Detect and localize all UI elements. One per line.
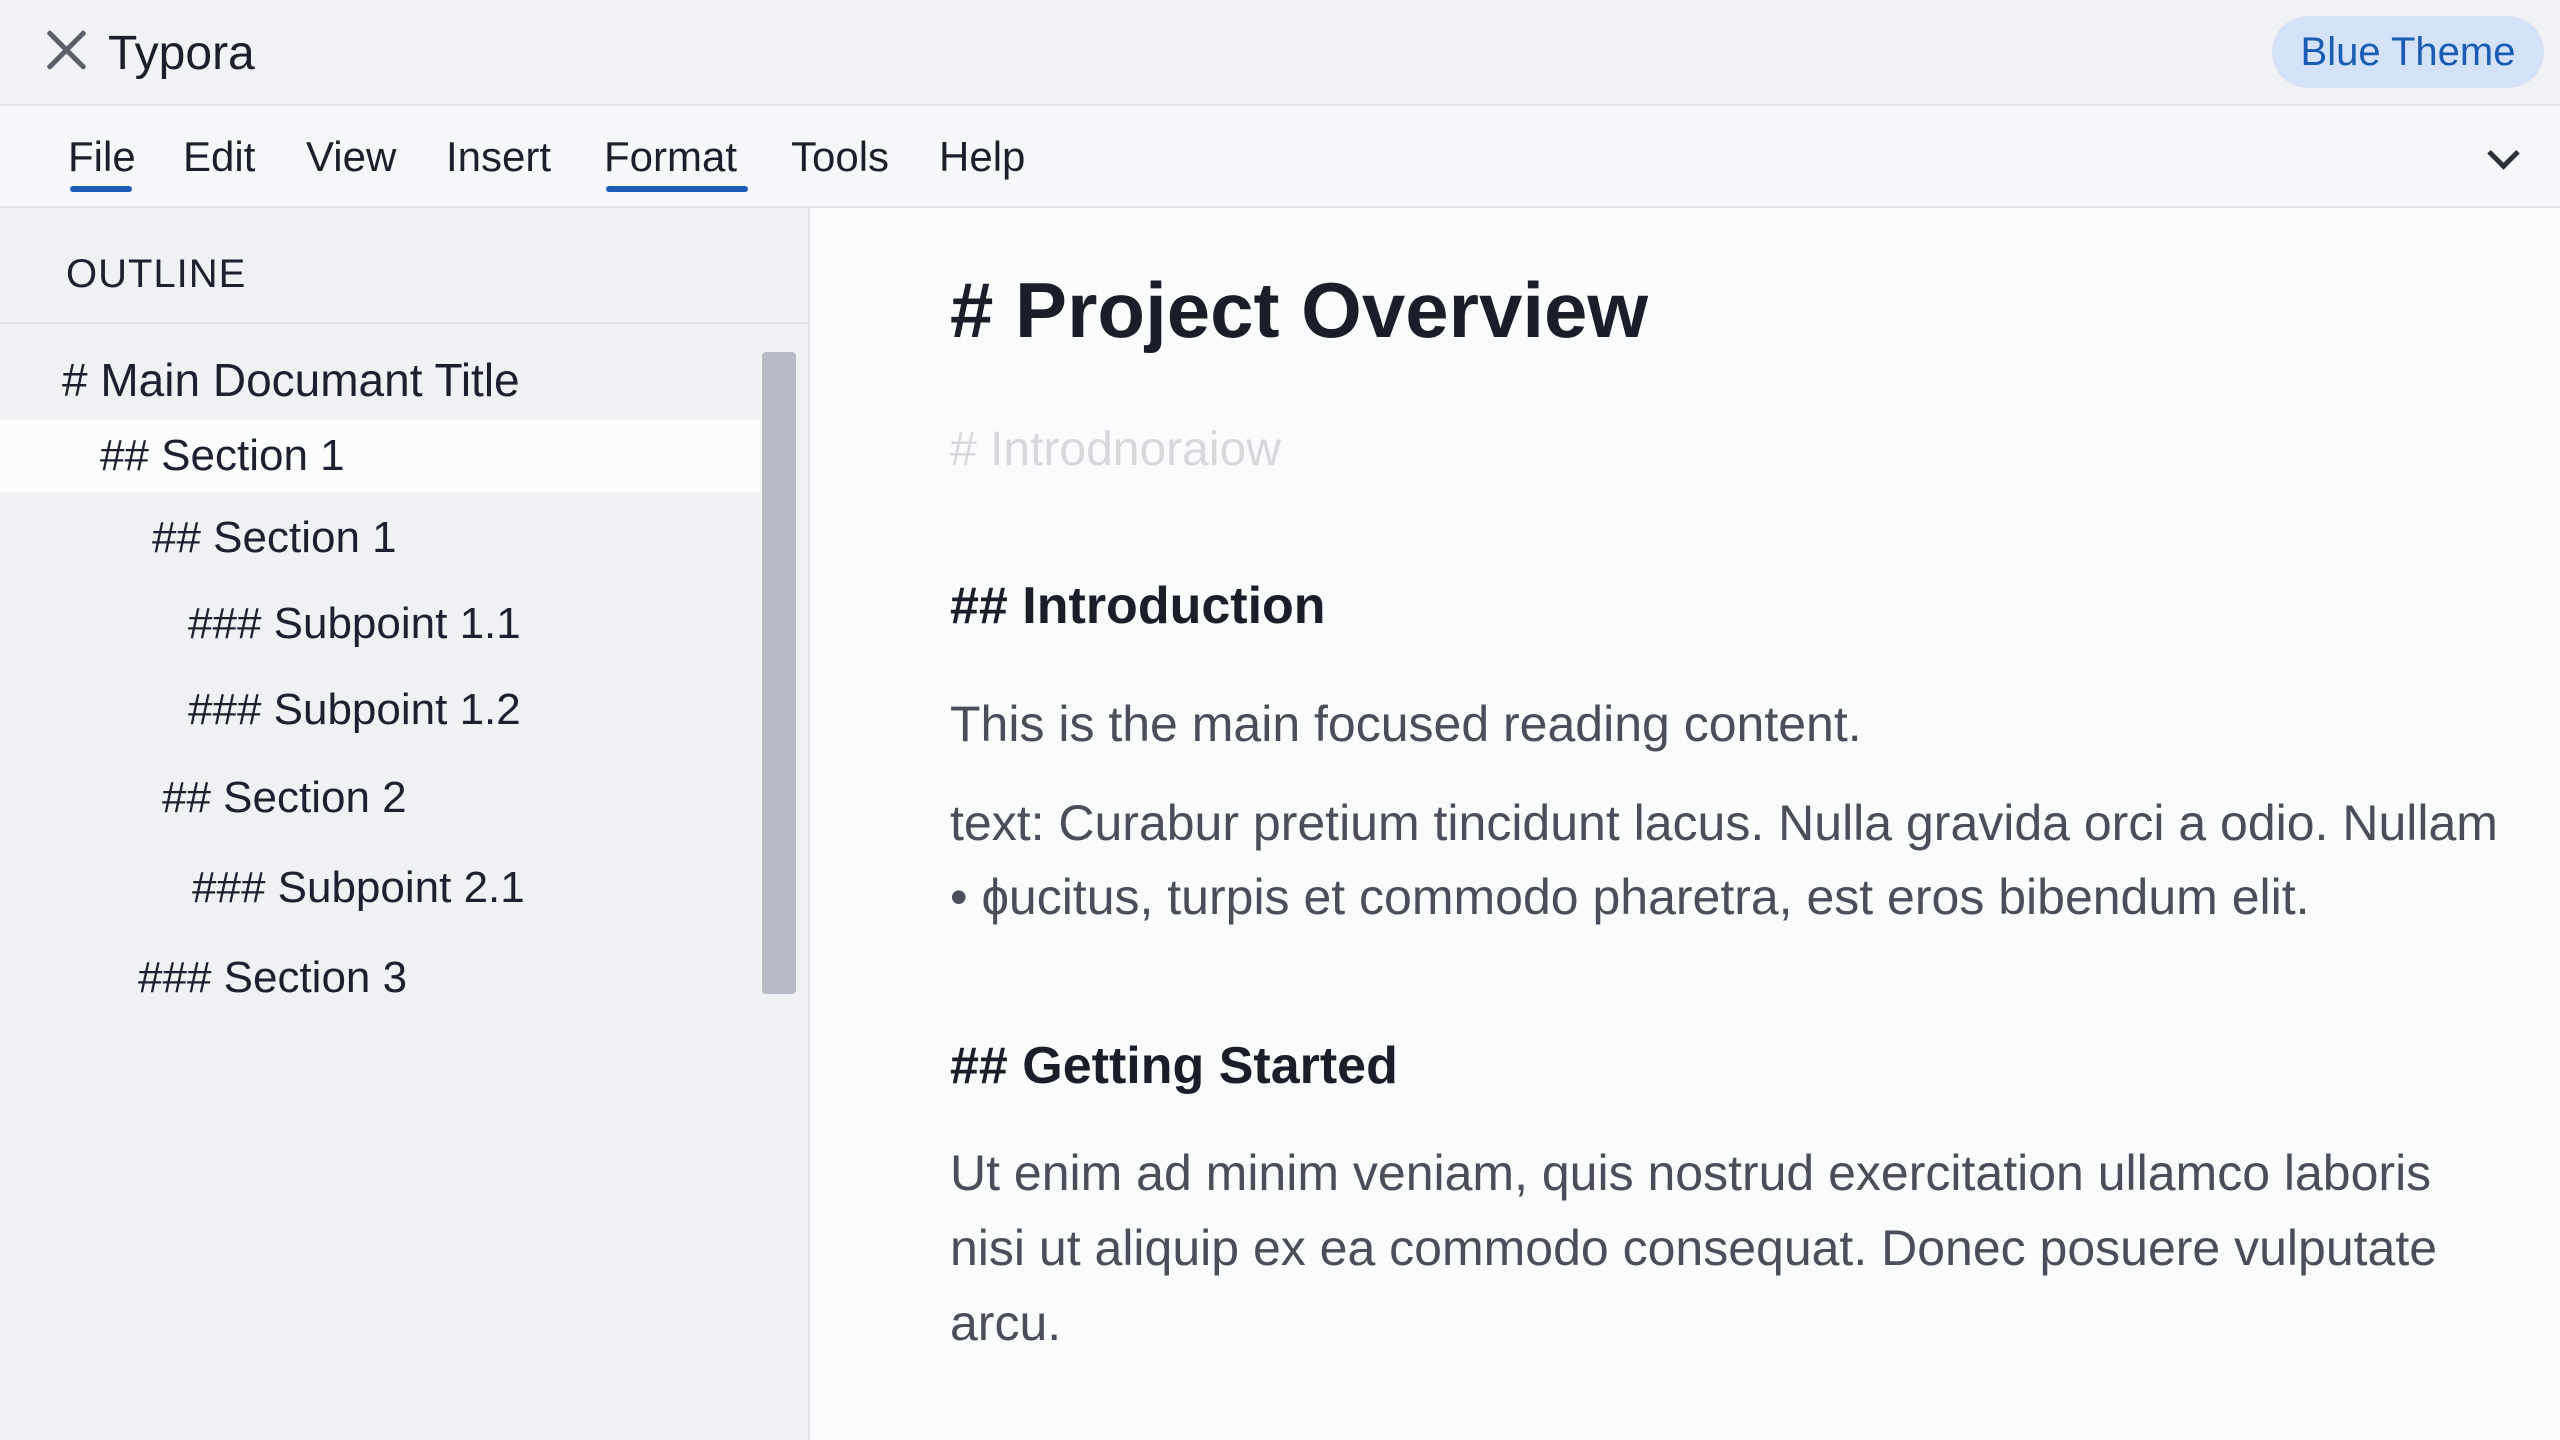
outline-item-subpoint-1-2[interactable]: ### Subpoint 1.2 — [188, 674, 748, 746]
outline-item-main-title[interactable]: # Main Documant Title — [62, 344, 752, 416]
paragraph-ut-enim: Ut enim ad minim veniam, quis nostrud ex… — [950, 1145, 2438, 1351]
paragraph-lorem: text: Curabur pretium tincidunt lacus. N… — [950, 795, 2498, 925]
outline-item-section-1[interactable]: ## Section 1 — [0, 420, 760, 492]
outline-item-subpoint-1-1[interactable]: ### Subpoint 1.1 — [188, 588, 748, 660]
menu-file[interactable]: File — [68, 132, 136, 192]
outline-item-section-2[interactable]: ## Section 2 — [162, 762, 752, 834]
outline-item-section-3[interactable]: ### Section 3 — [138, 942, 748, 1014]
outline-item-section-1-dup[interactable]: ## Section 1 — [152, 502, 752, 574]
chevron-down-icon[interactable] — [2486, 140, 2518, 172]
outline-item-subpoint-2-1[interactable]: ### Subpoint 2.1 — [192, 852, 752, 924]
outline-header: OUTLINE — [0, 208, 808, 324]
paragraph-focused: This is the main focused reading content… — [950, 696, 1862, 752]
editor-pane[interactable]: # Project Overview # Introdnoraiow ## In… — [810, 208, 2560, 1440]
menu-bar: File Edit View Insert Format Tools Help — [0, 106, 2560, 208]
heading-introduction: ## Introduction — [950, 577, 1326, 635]
menu-help[interactable]: Help — [939, 132, 1029, 192]
menu-insert[interactable]: Insert — [446, 132, 560, 192]
ghost-line: # Introdnoraiow — [950, 423, 1281, 476]
outline-sidebar: OUTLINE # Main Documant Title ## Section… — [0, 208, 810, 1440]
title-bar: Typora Blue Theme — [0, 0, 2560, 106]
typora-window: Typora Blue Theme File Edit View Insert … — [0, 0, 2560, 1440]
menu-format[interactable]: Format — [604, 132, 750, 192]
menu-view[interactable]: View — [306, 132, 400, 192]
heading-getting-started: ## Getting Started — [950, 1037, 1398, 1095]
menu-tools[interactable]: Tools — [791, 132, 893, 192]
theme-badge[interactable]: Blue Theme — [2272, 16, 2544, 88]
menu-edit[interactable]: Edit — [183, 132, 263, 192]
outline-title: OUTLINE — [66, 252, 247, 296]
app-title: Typora — [108, 27, 255, 80]
document-title: # Project Overview — [950, 266, 1649, 354]
close-icon[interactable] — [44, 28, 88, 72]
outline-scrollbar[interactable] — [762, 352, 796, 994]
